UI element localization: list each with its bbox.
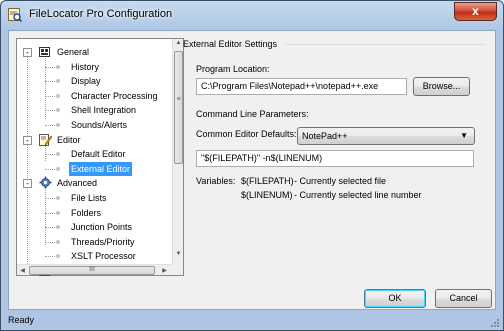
tree-item-folders[interactable]: Folders <box>17 206 172 220</box>
program-location-label: Program Location: <box>196 64 270 74</box>
tree-item-label: Character Processing <box>71 90 158 101</box>
tree-connector <box>45 95 55 97</box>
status-text: Ready <box>8 315 35 325</box>
tree-connector <box>45 125 55 126</box>
tree-horizontal-scrollbar[interactable]: ◀ III ▶ <box>17 264 172 275</box>
tree-bullet-icon <box>56 196 60 200</box>
close-button[interactable]: x <box>454 2 497 21</box>
close-icon: x <box>472 4 479 18</box>
tree-item-xslt-processor[interactable]: XSLT Processor <box>17 249 172 263</box>
horizontal-scroll-thumb[interactable]: III <box>29 266 155 275</box>
tree-connector <box>45 110 55 112</box>
collapse-toggle-icon[interactable]: - <box>23 179 32 189</box>
window-title: FileLocator Pro Configuration <box>29 8 173 20</box>
scroll-corner <box>172 264 183 275</box>
command-line-label: Command Line Parameters: <box>196 109 309 119</box>
general-icon <box>39 45 52 58</box>
tree-bullet-icon <box>56 108 60 113</box>
tree-item-history[interactable]: History <box>17 60 172 74</box>
variable-linenum-desc: - Currently selected line number <box>294 190 422 200</box>
tree-connector <box>45 154 55 156</box>
tree-item-file-lists[interactable]: File Lists <box>17 191 172 205</box>
tree-bullet-icon <box>56 152 60 157</box>
tree-item-label: Junction Points <box>71 222 133 233</box>
tree-item-label: Default Editor <box>71 149 126 160</box>
tree-bullet-icon <box>56 225 60 230</box>
tree-bullet-icon <box>56 93 60 98</box>
scroll-left-arrow[interactable]: ◀ <box>17 267 28 274</box>
gear-icon <box>39 176 52 189</box>
browse-button[interactable]: Browse... <box>413 77 470 96</box>
tree-connector <box>45 81 55 83</box>
variable-filepath-name: $(FILEPATH) <box>241 176 294 186</box>
tree-item-editor[interactable]: - Editor <box>17 133 172 147</box>
chevron-down-icon: ▼ <box>460 131 468 140</box>
variable-linenum-name: $(LINENUM) <box>241 190 293 200</box>
tree-item-label: Editor <box>57 134 81 145</box>
tree-item-label: Shell Integration <box>71 105 137 116</box>
cancel-button[interactable]: Cancel <box>435 289 492 308</box>
tree-bullet-icon <box>56 166 60 171</box>
tree-item-label: File Lists <box>71 193 107 203</box>
tree-item-label: Advanced <box>57 178 98 189</box>
title-bar[interactable]: FileLocator Pro Configuration x <box>1 1 503 29</box>
tree-item-sounds-alerts[interactable]: Sounds/Alerts <box>17 118 172 132</box>
tree-connector <box>45 241 55 243</box>
editor-icon <box>39 133 53 146</box>
collapse-toggle-icon[interactable]: - <box>23 48 32 57</box>
collapse-toggle-icon[interactable]: - <box>23 135 32 145</box>
tree-bullet-icon <box>56 210 60 215</box>
tree-connector <box>45 227 55 229</box>
dialog-client: - General History Display Character Processi… <box>8 30 496 310</box>
variables-label: Variables: <box>196 176 236 186</box>
tree-item-general[interactable]: - General <box>17 45 172 59</box>
tree-bullet-icon <box>56 254 60 259</box>
tree-item-default-editor[interactable]: Default Editor <box>17 147 172 161</box>
editor-defaults-label: Common Editor Defaults: <box>196 129 297 139</box>
tree-item-shell-integration[interactable]: Shell Integration <box>17 103 172 117</box>
tree-vertical-scrollbar[interactable]: ▲ ≡ ▼ <box>172 39 183 264</box>
vertical-scroll-thumb[interactable]: ≡ <box>174 51 183 164</box>
tree-bullet-icon <box>56 239 60 244</box>
tree-item-label: General <box>57 47 90 57</box>
tree-bullet-icon <box>56 123 60 127</box>
tree-item-advanced[interactable]: - Advanced <box>17 176 172 190</box>
program-location-input[interactable]: C:\Program Files\Notepad++\notepad++.exe <box>196 78 407 95</box>
config-window: FileLocator Pro Configuration x - General… <box>0 0 504 331</box>
group-divider <box>285 44 484 45</box>
tree-bullet-icon <box>56 64 60 69</box>
tree-item-label: XSLT Processor <box>71 251 136 262</box>
editor-defaults-select[interactable]: NotePad++ ▼ <box>297 127 475 145</box>
tree-item-display[interactable]: Display <box>17 74 172 88</box>
variable-filepath-desc: - Currently selected file <box>294 176 387 186</box>
tree-item-label: History <box>71 61 100 72</box>
tree-connector <box>45 212 55 214</box>
scroll-grip: III <box>89 266 95 273</box>
tree-item-label: Sounds/Alerts <box>71 120 128 130</box>
group-title: External Editor Settings <box>183 39 278 49</box>
status-bar: Ready <box>2 311 502 330</box>
tree-bullet-icon <box>56 79 60 84</box>
tree-item-label-selected: External Editor <box>69 161 133 176</box>
tree-item-junction-points[interactable]: Junction Points <box>17 220 172 234</box>
scroll-grip: ≡ <box>176 96 181 103</box>
tree-item-external-editor[interactable]: External Editor <box>17 161 172 176</box>
tree-item-character-processing[interactable]: Character Processing <box>17 89 172 103</box>
scroll-right-arrow[interactable]: ▶ <box>159 267 170 274</box>
tree-connector <box>45 66 55 68</box>
settings-tree[interactable]: - General History Display Character Processi… <box>16 38 184 276</box>
tree-connector <box>45 198 55 199</box>
resize-grip-icon[interactable] <box>489 317 499 327</box>
tree-item-label: Folders <box>71 207 102 218</box>
ok-button[interactable]: OK <box>364 289 426 308</box>
scroll-down-arrow[interactable]: ▼ <box>173 251 184 257</box>
tree-item-label: Display <box>71 76 101 87</box>
tree-connector <box>45 168 55 170</box>
tree-item-label: Threads/Priority <box>71 236 135 247</box>
filelocator-app-icon <box>8 8 22 22</box>
command-line-input[interactable]: "$(FILEPATH)" -n$(LINENUM) <box>196 150 474 167</box>
editor-defaults-value: NotePad++ <box>302 131 348 141</box>
tree-connector <box>45 256 55 258</box>
tree-item-threads-priority[interactable]: Threads/Priority <box>17 235 172 249</box>
